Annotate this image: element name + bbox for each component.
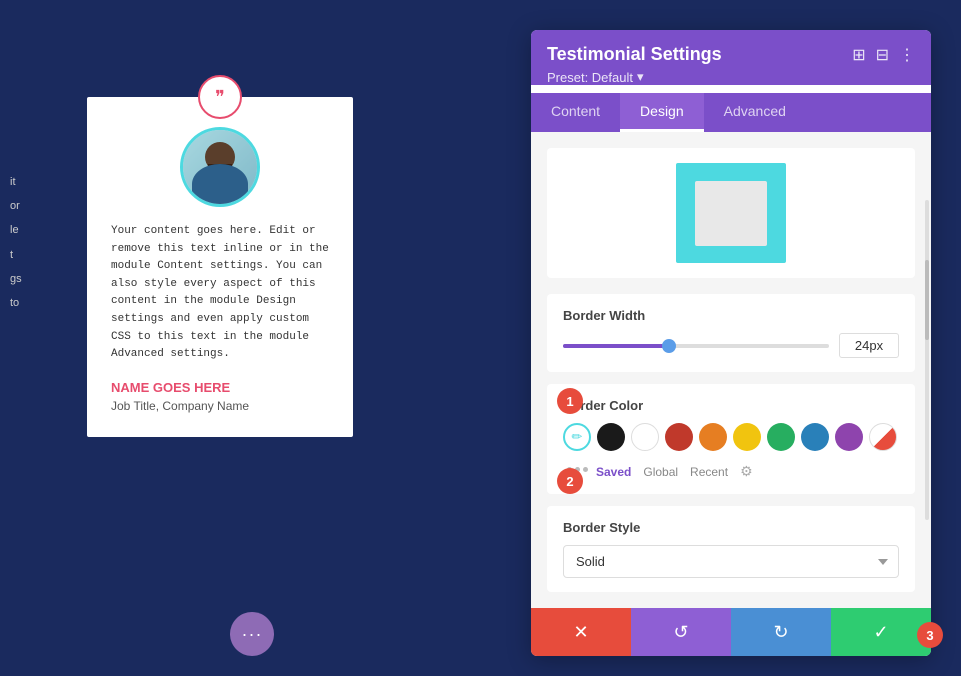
preset-arrow-icon: ▾ bbox=[637, 69, 644, 85]
color-tab-global[interactable]: Global bbox=[643, 465, 678, 479]
cancel-icon: ✕ bbox=[573, 622, 588, 643]
preset-label: Preset: Default bbox=[547, 70, 633, 85]
panel-header-icons: ⊞ ⊟ ⋮ bbox=[852, 45, 915, 65]
swatch-red[interactable] bbox=[665, 423, 693, 451]
preview-box bbox=[547, 148, 915, 278]
scrollbar-track bbox=[925, 200, 929, 520]
swatch-white[interactable] bbox=[631, 423, 659, 451]
border-width-input[interactable] bbox=[839, 333, 899, 358]
swatch-blue[interactable] bbox=[801, 423, 829, 451]
scrollbar-thumb[interactable] bbox=[925, 260, 929, 340]
panel-title: Testimonial Settings bbox=[547, 44, 722, 65]
swatch-green[interactable] bbox=[767, 423, 795, 451]
border-color-label: Border Color bbox=[563, 398, 899, 413]
quote-icon: ❞ bbox=[198, 75, 242, 119]
expand-icon[interactable]: ⊞ bbox=[852, 45, 865, 65]
save-icon: ✓ bbox=[873, 622, 888, 643]
badge-3: 3 bbox=[917, 622, 943, 648]
border-color-section: Border Color ✏ bbox=[547, 384, 915, 494]
border-width-slider[interactable] bbox=[563, 344, 829, 348]
slider-fill bbox=[563, 344, 669, 348]
undo-button[interactable]: ↺ bbox=[631, 608, 731, 656]
tab-content[interactable]: Content bbox=[531, 93, 620, 132]
preview-teal-box bbox=[676, 163, 786, 263]
border-style-section: Border Style Solid Dashed Dotted Double … bbox=[547, 506, 915, 592]
testimonial-card: ❞ Your content goes here. Edit or remove… bbox=[85, 95, 355, 439]
panel-footer: ✕ ↺ ↻ ✓ bbox=[531, 608, 931, 656]
panel-body: Border Width Border Color ✏ bbox=[531, 132, 931, 608]
color-tabs-row: Saved Global Recent ⚙ bbox=[588, 463, 753, 480]
tab-advanced[interactable]: Advanced bbox=[704, 93, 806, 132]
collapse-icon[interactable]: ⊟ bbox=[876, 45, 889, 65]
three-dots-icon: ··· bbox=[242, 624, 263, 645]
left-partial-text: it or le t gs to bbox=[10, 170, 80, 315]
border-width-section: Border Width bbox=[547, 294, 915, 372]
slider-thumb bbox=[662, 339, 676, 353]
save-button[interactable]: ✓ bbox=[831, 608, 931, 656]
redo-icon: ↻ bbox=[773, 622, 788, 643]
swatch-yellow[interactable] bbox=[733, 423, 761, 451]
color-settings-icon[interactable]: ⚙ bbox=[740, 463, 753, 480]
avatar bbox=[180, 127, 260, 207]
border-style-label: Border Style bbox=[563, 520, 899, 535]
preview-inner-square bbox=[695, 181, 767, 246]
eyedropper-icon: ✏ bbox=[572, 429, 583, 445]
color-tab-recent[interactable]: Recent bbox=[690, 465, 728, 479]
swatch-orange[interactable] bbox=[699, 423, 727, 451]
swatch-custom[interactable] bbox=[869, 423, 897, 451]
border-style-select[interactable]: Solid Dashed Dotted Double None bbox=[563, 545, 899, 578]
color-tab-saved[interactable]: Saved bbox=[596, 465, 631, 479]
testimonial-name: NAME GOES HERE bbox=[111, 380, 329, 395]
panel-tabs: Content Design Advanced bbox=[531, 93, 931, 132]
panel-header: Testimonial Settings ⊞ ⊟ ⋮ Preset: Defau… bbox=[531, 30, 931, 85]
redo-button[interactable]: ↻ bbox=[731, 608, 831, 656]
testimonial-body: Your content goes here. Edit or remove t… bbox=[111, 223, 329, 364]
eyedropper-swatch[interactable]: ✏ bbox=[563, 423, 591, 451]
cancel-button[interactable]: ✕ bbox=[531, 608, 631, 656]
slider-row bbox=[563, 333, 899, 358]
border-width-label: Border Width bbox=[563, 308, 899, 323]
settings-panel: Testimonial Settings ⊞ ⊟ ⋮ Preset: Defau… bbox=[531, 30, 931, 656]
swatch-purple[interactable] bbox=[835, 423, 863, 451]
badge-2: 2 bbox=[557, 468, 583, 494]
undo-icon: ↺ bbox=[673, 622, 688, 643]
testimonial-job-title: Job Title, Company Name bbox=[111, 399, 329, 413]
color-swatches: ✏ bbox=[563, 423, 899, 451]
swatch-black[interactable] bbox=[597, 423, 625, 451]
more-icon[interactable]: ⋮ bbox=[899, 45, 915, 65]
badge-1: 1 bbox=[557, 388, 583, 414]
tab-design[interactable]: Design bbox=[620, 93, 704, 132]
more-options-button[interactable]: ··· bbox=[230, 612, 274, 656]
preset-row[interactable]: Preset: Default ▾ bbox=[547, 69, 915, 85]
